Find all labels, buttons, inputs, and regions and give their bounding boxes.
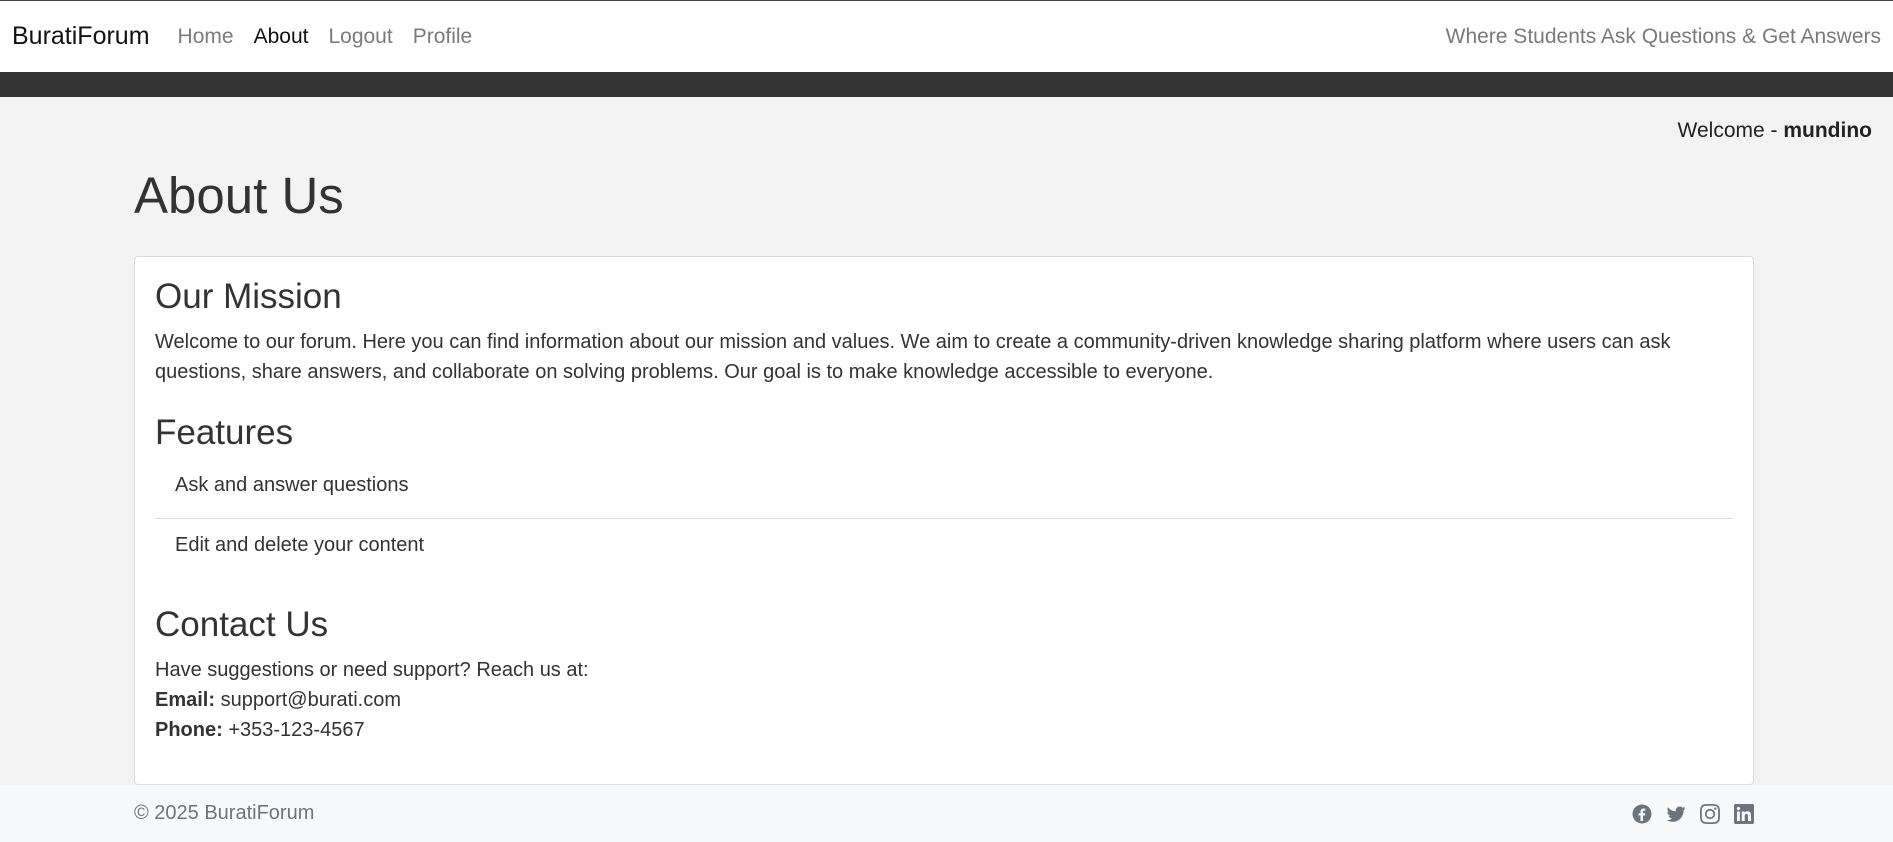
- page-title: About Us: [134, 167, 344, 224]
- linkedin-icon[interactable]: [1734, 803, 1754, 824]
- nav-link-profile[interactable]: Profile: [413, 25, 473, 49]
- contact-email-line: Email: support@burati.com: [155, 685, 1733, 715]
- feature-list: Ask and answer questions Edit and delete…: [155, 469, 1733, 569]
- welcome-prefix: Welcome -: [1677, 119, 1784, 142]
- copyright-text: © 2025 BuratiForum: [134, 802, 315, 824]
- mission-heading: Our Mission: [155, 277, 342, 316]
- about-card: Our Mission Welcome to our forum. Here y…: [134, 256, 1754, 785]
- nav-link-about[interactable]: About: [254, 25, 309, 49]
- site-tagline: Where Students Ask Questions & Get Answe…: [1445, 24, 1881, 48]
- email-value: support@burati.com: [220, 689, 401, 711]
- features-heading: Features: [155, 413, 294, 452]
- brand-logo[interactable]: BuratiForum: [12, 22, 150, 51]
- email-label: Email:: [155, 689, 216, 711]
- feature-item: Ask and answer questions: [155, 469, 1733, 519]
- contact-info: Have suggestions or need support? Reach …: [155, 655, 1733, 745]
- footer: © 2025 BuratiForum: [0, 785, 1893, 842]
- header-divider-bar: [0, 72, 1893, 97]
- navbar: BuratiForum Home About Logout Profile Wh…: [0, 0, 1893, 72]
- mission-text: Welcome to our forum. Here you can find …: [155, 331, 1671, 383]
- nav-link-logout[interactable]: Logout: [328, 25, 392, 49]
- twitter-icon[interactable]: [1666, 804, 1686, 824]
- nav-link-home[interactable]: Home: [178, 25, 234, 49]
- welcome-username: mundino: [1783, 119, 1872, 142]
- phone-label: Phone:: [155, 719, 223, 741]
- contact-heading: Contact Us: [155, 605, 329, 644]
- feature-item: Edit and delete your content: [175, 534, 425, 556]
- contact-phone-line: Phone: +353-123-4567: [155, 715, 1733, 745]
- social-links: [1632, 803, 1754, 824]
- welcome-message: Welcome - mundino: [1678, 119, 1872, 143]
- facebook-icon[interactable]: [1632, 804, 1652, 824]
- contact-intro: Have suggestions or need support? Reach …: [155, 659, 589, 681]
- phone-value: +353-123-4567: [228, 719, 365, 741]
- instagram-icon[interactable]: [1700, 803, 1720, 824]
